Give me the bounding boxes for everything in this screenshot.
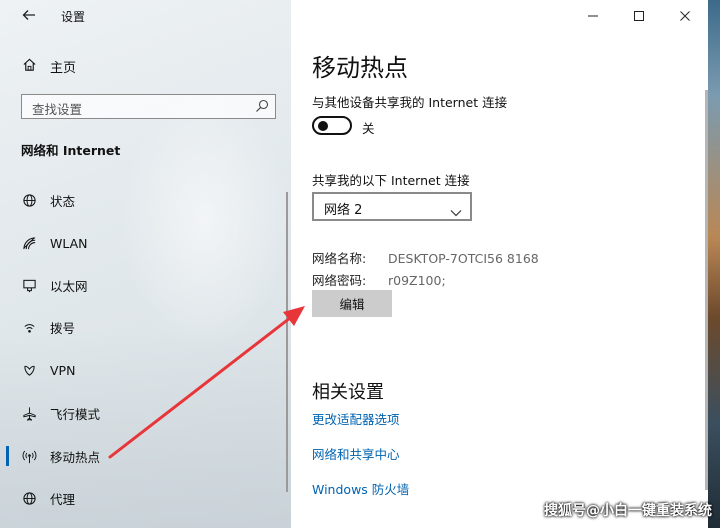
hotspot-icon (20, 447, 38, 465)
sidebar-item-label: VPN (50, 362, 76, 378)
share-from-label: 共享我的以下 Internet 连接 (312, 173, 470, 188)
wifi-icon (20, 234, 38, 252)
home-label: 主页 (50, 60, 77, 76)
related-settings-title: 相关设置 (312, 382, 384, 403)
search-input[interactable]: 查找设置 (21, 94, 276, 119)
link-windows-firewall[interactable]: Windows 防火墙 (312, 479, 409, 498)
sidebar-item-proxy[interactable]: 代理 (0, 478, 285, 518)
share-subtitle: 与其他设备共享我的 Internet 连接 (312, 95, 508, 110)
sidebar-item-ethernet[interactable]: 以太网 (0, 265, 285, 305)
network-password-value: r09Z100; (388, 273, 446, 288)
dialup-icon (20, 318, 38, 336)
link-adapter-options[interactable]: 更改适配器选项 (312, 409, 400, 428)
search-placeholder: 查找设置 (32, 102, 83, 117)
chevron-down-icon (450, 202, 462, 217)
search-icon (255, 98, 269, 112)
sidebar-item-vpn[interactable]: VPN (0, 350, 285, 390)
home-icon (22, 57, 40, 76)
window-controls (570, 0, 708, 32)
connection-select-value: 网络 2 (324, 203, 363, 218)
airplane-icon (20, 404, 38, 422)
watermark: 搜狐号@小白一键重装系统 (544, 503, 712, 519)
sidebar-item-label: WLAN (50, 235, 88, 251)
proxy-globe-icon (20, 489, 38, 507)
window-title: 设置 (61, 10, 86, 24)
sidebar-item-label: 以太网 (50, 278, 88, 294)
desktop-wallpaper (708, 0, 720, 528)
network-name-value: DESKTOP-7OTCI56 8168 (388, 251, 539, 266)
sidebar-item-label: 移动热点 (50, 449, 101, 465)
close-button[interactable] (662, 0, 708, 32)
sidebar-item-airplane[interactable]: 飞行模式 (0, 393, 285, 433)
vpn-icon (20, 361, 38, 379)
hotspot-toggle[interactable] (312, 116, 352, 135)
page-title: 移动热点 (312, 54, 408, 82)
network-name-row: 网络名称: DESKTOP-7OTCI56 8168 (312, 248, 539, 267)
sidebar-item-label: 状态 (50, 193, 76, 209)
sidebar-item-hotspot[interactable]: 移动热点 (0, 436, 285, 476)
status-globe-icon (20, 191, 38, 209)
minimize-button[interactable] (570, 0, 616, 32)
sidebar-item-label: 拨号 (50, 320, 76, 336)
toggle-state-label: 关 (362, 121, 375, 136)
sidebar-item-dialup[interactable]: 拨号 (0, 307, 285, 347)
network-password-row: 网络密码: r09Z100; (312, 270, 446, 289)
sidebar-item-label: 代理 (50, 491, 76, 507)
toggle-knob (318, 121, 328, 131)
connection-select[interactable]: 网络 2 (312, 192, 472, 221)
maximize-button[interactable] (616, 0, 662, 32)
sidebar-item-status[interactable]: 状态 (0, 180, 285, 220)
sidebar-item-label: 飞行模式 (50, 406, 101, 422)
link-network-sharing-center[interactable]: 网络和共享中心 (312, 444, 400, 463)
ethernet-icon (20, 276, 38, 294)
settings-content: 移动热点 与其他设备共享我的 Internet 连接 关 共享我的以下 Inte… (291, 0, 708, 528)
section-title: 网络和 Internet (21, 143, 121, 158)
network-password-label: 网络密码: (312, 273, 367, 288)
network-name-label: 网络名称: (312, 251, 367, 266)
sidebar-scrollbar[interactable] (286, 192, 288, 492)
settings-sidebar: 设置 主页 查找设置 网络和 Internet 状态 WLAN 以太网 拨号 V… (0, 0, 291, 528)
sidebar-item-wlan[interactable]: WLAN (0, 223, 285, 263)
sidebar-home[interactable]: 主页 (22, 55, 76, 77)
edit-button[interactable]: 编辑 (312, 290, 392, 317)
back-arrow-icon[interactable] (20, 7, 38, 25)
active-indicator (6, 446, 9, 466)
content-scrollbar[interactable] (705, 90, 708, 490)
